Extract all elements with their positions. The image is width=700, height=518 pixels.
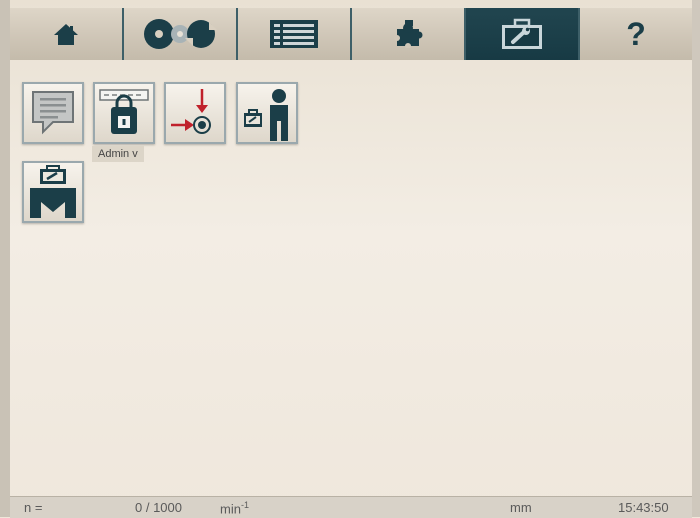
service-person-button[interactable] <box>236 82 298 144</box>
speed-unit-base: min <box>220 501 241 517</box>
clock: 15:43:50 <box>618 500 669 515</box>
list-icon <box>270 20 318 48</box>
tooltip-admin: Admin v <box>92 146 144 162</box>
tab-reels[interactable] <box>124 8 238 60</box>
reference-point-icon <box>171 89 211 134</box>
screen <box>0 0 700 517</box>
machine-service-icon <box>30 165 76 218</box>
puzzle-icon <box>394 20 423 48</box>
messages-icon <box>32 91 74 135</box>
length-unit: mm <box>510 500 532 515</box>
help-icon: ? <box>626 15 646 52</box>
toolbox-icon <box>502 18 542 49</box>
tab-toolbox[interactable] <box>466 8 580 60</box>
admin-login-button[interactable] <box>93 82 155 144</box>
machine-service-button[interactable] <box>22 161 84 223</box>
reels-icon <box>144 19 217 49</box>
messages-button[interactable] <box>22 82 84 144</box>
speed-value: 0 / 1000 <box>135 500 182 515</box>
speed-unit: min-1 <box>220 500 249 516</box>
tab-list[interactable] <box>238 8 352 60</box>
status-bar: n = 0 / 1000 min-1 mm 15:43:50 <box>10 496 692 518</box>
tab-home[interactable] <box>10 8 124 60</box>
top-tab-bar: ? <box>10 8 692 60</box>
speed-unit-exponent: -1 <box>240 500 249 510</box>
speed-label: n = <box>24 500 43 515</box>
lock-icon <box>99 89 149 134</box>
home-icon <box>54 24 78 45</box>
reference-point-button[interactable] <box>164 82 226 144</box>
service-person-icon <box>244 89 288 141</box>
tab-puzzle[interactable] <box>352 8 466 60</box>
tab-help[interactable]: ? <box>580 8 692 60</box>
